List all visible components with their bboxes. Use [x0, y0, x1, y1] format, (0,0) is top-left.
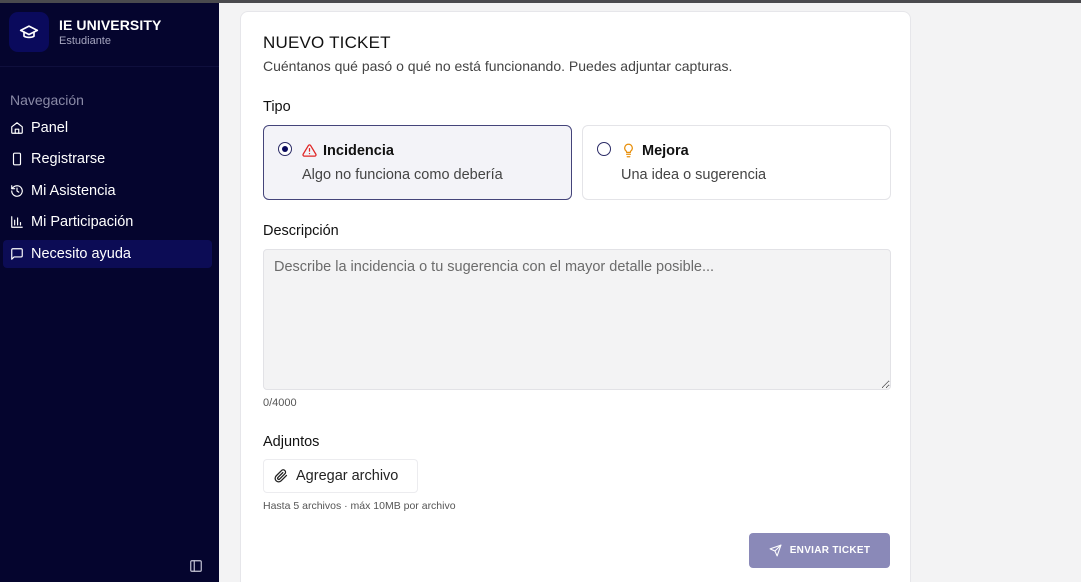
sidebar-nav: Panel Registrarse Mi Asistencia Mi Parti…	[3, 114, 212, 271]
attachments-hint: Hasta 5 archivos · máx 10MB por archivo	[263, 500, 456, 512]
type-option-incidencia[interactable]: Incidencia Algo no funciona como debería	[263, 125, 572, 200]
sidebar-item-mi-asistencia[interactable]: Mi Asistencia	[3, 177, 212, 205]
sidebar-item-label: Mi Asistencia	[31, 182, 116, 199]
sidebar-item-label: Registrarse	[31, 151, 106, 168]
add-file-label: Agregar archivo	[296, 468, 399, 484]
attachments-label: Adjuntos	[263, 434, 320, 450]
warning-triangle-icon	[302, 144, 317, 157]
send-icon	[769, 544, 782, 557]
message-icon	[11, 247, 23, 260]
history-icon	[11, 184, 23, 197]
lightbulb-icon	[624, 143, 633, 158]
sidebar-toggle-icon[interactable]	[189, 559, 203, 573]
radio-incidencia[interactable]	[278, 142, 292, 156]
paperclip-icon	[274, 469, 288, 483]
type-option-description: Una idea o sugerencia	[621, 167, 767, 183]
sidebar-item-label: Mi Participación	[31, 214, 134, 231]
sidebar-item-mi-participacion[interactable]: Mi Participación	[3, 208, 212, 236]
bar-chart-icon	[11, 216, 23, 229]
description-label: Descripción	[263, 223, 339, 239]
type-option-description: Algo no funciona como debería	[302, 167, 503, 183]
type-option-title: Mejora	[642, 143, 689, 159]
sidebar-item-panel[interactable]: Panel	[3, 114, 212, 142]
sidebar-item-necesito-ayuda[interactable]: Necesito ayuda	[3, 239, 212, 268]
type-option-title: Incidencia	[323, 143, 394, 159]
brand-name: IE UNIVERSITY	[59, 17, 162, 33]
brand[interactable]: IE UNIVERSITY Estudiante	[9, 12, 161, 52]
window-top-border	[0, 0, 1081, 3]
graduation-cap-icon	[9, 12, 49, 52]
sidebar: IE UNIVERSITY Estudiante Navegación Pane…	[0, 0, 219, 582]
sidebar-divider	[0, 66, 219, 67]
brand-role: Estudiante	[59, 35, 111, 47]
page-subtitle: Cuéntanos qué pasó o qué no está funcion…	[263, 58, 733, 74]
sidebar-item-registrarse[interactable]: Registrarse	[3, 145, 212, 173]
sidebar-item-label: Panel	[31, 120, 69, 136]
phone-icon	[12, 152, 22, 166]
add-file-button[interactable]: Agregar archivo	[263, 459, 418, 493]
page-title: NUEVO TICKET	[263, 33, 391, 52]
home-icon	[11, 122, 23, 134]
submit-label: ENVIAR TICKET	[789, 545, 871, 556]
char-counter: 0/4000	[263, 397, 297, 409]
ticket-form-card: NUEVO TICKET Cuéntanos qué pasó o qué no…	[240, 11, 911, 582]
type-option-mejora[interactable]: Mejora Una idea o sugerencia	[582, 125, 891, 200]
description-textarea[interactable]	[263, 249, 891, 390]
nav-title: Navegación	[10, 92, 84, 108]
submit-ticket-button[interactable]: ENVIAR TICKET	[749, 533, 890, 568]
sidebar-item-label: Necesito ayuda	[31, 245, 131, 262]
radio-mejora[interactable]	[597, 142, 611, 156]
type-label: Tipo	[263, 99, 291, 115]
